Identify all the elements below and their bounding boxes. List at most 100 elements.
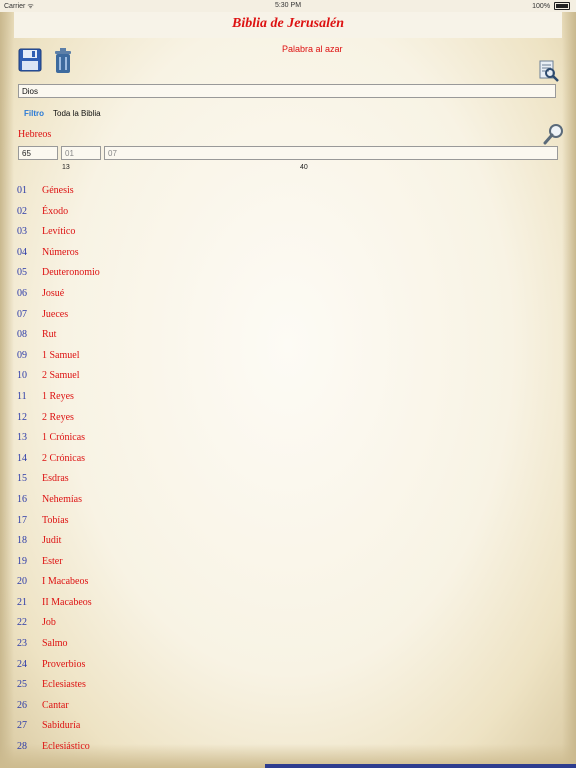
book-name: Números	[42, 246, 79, 258]
book-number: 01	[17, 185, 27, 196]
book-name: 2 Reyes	[42, 411, 74, 423]
book-row[interactable]: 08 Rut	[17, 325, 317, 346]
book-number: 09	[17, 349, 27, 361]
book-row[interactable]: 07 Jueces	[17, 305, 317, 326]
tab-whole-bible[interactable]: Toda la Biblia	[53, 109, 101, 118]
status-bar: Carrier ᯤ 5:30 PM 100%	[0, 0, 576, 12]
book-number: 03	[17, 226, 27, 238]
selected-book-label: Hebreos	[18, 129, 52, 140]
book-name: Eclesiástico	[42, 741, 90, 753]
search-document-icon[interactable]	[539, 60, 559, 82]
book-row[interactable]: 25 Eclesiastes	[17, 675, 317, 696]
book-number: 26	[17, 699, 27, 711]
book-name: Esdras	[42, 473, 69, 485]
clock: 5:30 PM	[274, 2, 302, 9]
book-row[interactable]: 19 Ester	[17, 552, 317, 573]
book-row[interactable]: 22 Job	[17, 613, 317, 634]
book-number: 16	[17, 493, 27, 505]
book-number: 14	[17, 452, 27, 464]
book-number: 21	[17, 596, 27, 608]
book-number: 12	[17, 411, 27, 423]
book-row[interactable]: 09 1 Samuel	[17, 346, 317, 367]
app-title: Biblia de Jerusalén	[231, 16, 344, 31]
book-row[interactable]: 20 I Macabeos	[17, 572, 317, 593]
book-name: Levítico	[42, 226, 76, 238]
book-name: Cantar	[42, 699, 69, 711]
book-row[interactable]: 13 1 Crónicas	[17, 428, 317, 449]
search-input[interactable]: Dios	[18, 84, 556, 98]
book-row[interactable]: 27 Sabiduría	[17, 716, 317, 737]
book-number: 23	[17, 638, 27, 650]
book-row[interactable]: 05 Deuteronomio	[17, 263, 317, 284]
chapter-field[interactable]: 01	[61, 146, 101, 160]
trash-icon[interactable]	[54, 48, 72, 74]
book-row[interactable]: 11 1 Reyes	[17, 387, 317, 408]
book-row[interactable]: 18 Judit	[17, 531, 317, 552]
book-number: 05	[17, 267, 27, 279]
book-number-field[interactable]: 65	[18, 146, 58, 160]
book-name: I Macabeos	[42, 576, 89, 588]
parchment-edge-left	[0, 0, 14, 768]
book-name: 1 Samuel	[42, 349, 80, 361]
book-number: 17	[17, 514, 27, 526]
book-number: 19	[17, 555, 27, 567]
book-number: 13	[17, 432, 27, 444]
book-name: Eclesiastes	[42, 679, 86, 691]
book-number: 25	[17, 679, 27, 691]
random-word-button[interactable]: Palabra al azar	[282, 44, 343, 54]
book-row[interactable]: 06 Josué	[17, 284, 317, 305]
magnifier-icon[interactable]	[543, 123, 565, 145]
book-row[interactable]: 16 Nehemías	[17, 490, 317, 511]
battery-percent: 100%	[532, 2, 551, 10]
book-row[interactable]: 14 2 Crónicas	[17, 449, 317, 470]
tab-filter[interactable]: Filtro	[24, 109, 44, 118]
book-row[interactable]: 21 II Macabeos	[17, 593, 317, 614]
book-row[interactable]: 01 Génesis	[17, 181, 317, 202]
book-name: Ester	[42, 555, 63, 567]
book-number: 06	[17, 287, 27, 299]
book-row[interactable]: 10 2 Samuel	[17, 366, 317, 387]
book-number: 18	[17, 535, 27, 547]
book-name: Deuteronomio	[42, 267, 100, 279]
book-row[interactable]: 24 Proverbios	[17, 655, 317, 676]
verse-count: 40	[300, 164, 308, 171]
battery-indicator: 100%	[532, 2, 570, 10]
chapter-count: 13	[62, 164, 70, 171]
book-row[interactable]: 04 Números	[17, 243, 317, 264]
book-number: 10	[17, 370, 27, 382]
book-name: Tobías	[42, 514, 69, 526]
book-row[interactable]: 03 Levítico	[17, 222, 317, 243]
book-name: Proverbios	[42, 658, 86, 670]
book-name: Salmo	[42, 638, 68, 650]
book-number: 08	[17, 329, 27, 341]
book-name: 1 Reyes	[42, 390, 74, 402]
book-number: 15	[17, 473, 27, 485]
save-icon[interactable]	[18, 48, 42, 72]
book-number: 07	[17, 308, 27, 320]
book-name: Job	[42, 617, 56, 629]
book-row[interactable]: 17 Tobías	[17, 511, 317, 532]
book-name: Nehemías	[42, 493, 82, 505]
bottom-accent-bar	[265, 764, 576, 768]
book-row[interactable]: 23 Salmo	[17, 634, 317, 655]
book-name: Génesis	[42, 185, 74, 196]
book-name: Sabiduría	[42, 720, 81, 732]
book-name: Rut	[42, 329, 57, 341]
book-list: 01 Génesis 02 Éxodo 03 Levítico 04 Números 0…	[17, 181, 317, 758]
book-name: 1 Crónicas	[42, 432, 86, 444]
book-name: 2 Samuel	[42, 370, 80, 382]
book-row[interactable]: 12 2 Reyes	[17, 408, 317, 429]
book-name: 2 Crónicas	[42, 452, 86, 464]
book-name: Jueces	[42, 308, 69, 320]
book-number: 04	[17, 246, 27, 258]
book-row[interactable]: 02 Éxodo	[17, 202, 317, 223]
book-number: 24	[17, 658, 27, 670]
book-number: 20	[17, 576, 27, 588]
book-number: 11	[17, 390, 27, 402]
book-row[interactable]: 28 Eclesiástico	[17, 737, 317, 758]
book-row[interactable]: 26 Cantar	[17, 696, 317, 717]
verse-field[interactable]: 07	[104, 146, 558, 160]
book-name: Judit	[42, 535, 62, 547]
book-row[interactable]: 15 Esdras	[17, 469, 317, 490]
book-name: Josué	[42, 287, 65, 299]
